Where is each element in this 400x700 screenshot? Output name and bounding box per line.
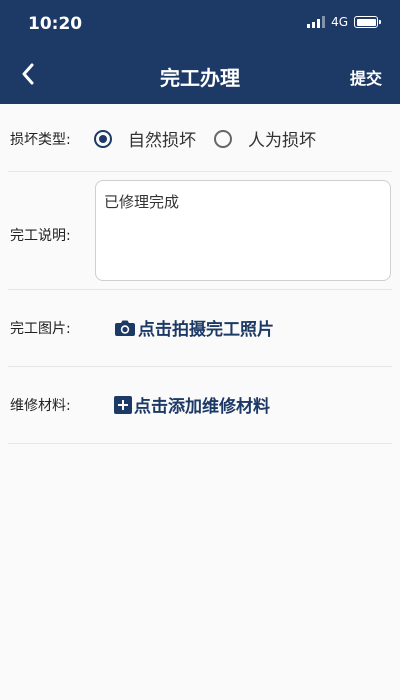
status-time: 10:20 xyxy=(28,14,83,34)
add-material-label: 点击添加维修材料 xyxy=(134,397,270,417)
status-bar: 10:20 4G xyxy=(0,0,400,40)
app-header: 10:20 4G 完工办理 提交 xyxy=(0,0,400,104)
battery-level xyxy=(356,18,376,26)
damage-type-radio-group: 自然损坏 人为损坏 xyxy=(94,126,334,151)
completion-form: 损坏类型: 自然损坏 人为损坏 完工说明: 已修理完成 完工图片: 点击拍摄完工… xyxy=(0,104,400,444)
material-row: 维修材料: 点击添加维修材料 xyxy=(8,367,392,444)
radio-label: 人为损坏 xyxy=(248,131,316,151)
damage-type-row: 损坏类型: 自然损坏 人为损坏 xyxy=(8,104,392,172)
camera-icon xyxy=(115,320,135,336)
description-textarea[interactable]: 已修理完成 xyxy=(95,180,391,281)
battery-icon xyxy=(354,16,381,28)
damage-type-label: 损坏类型: xyxy=(10,132,71,148)
radio-natural-damage[interactable]: 自然损坏 xyxy=(94,126,196,151)
radio-label: 自然损坏 xyxy=(128,131,196,151)
photo-label: 完工图片: xyxy=(10,321,71,337)
take-photo-label: 点击拍摄完工照片 xyxy=(138,320,274,340)
page-title: 完工办理 xyxy=(160,66,240,90)
submit-button[interactable]: 提交 xyxy=(350,65,382,89)
status-indicators: 4G xyxy=(307,15,381,29)
radio-human-damage[interactable]: 人为损坏 xyxy=(214,126,316,151)
description-label: 完工说明: xyxy=(10,228,71,244)
take-photo-button[interactable]: 点击拍摄完工照片 xyxy=(114,315,274,340)
nav-bar: 完工办理 提交 xyxy=(0,46,400,104)
photo-row: 完工图片: 点击拍摄完工照片 xyxy=(8,290,392,367)
signal-icon xyxy=(307,16,326,28)
material-label: 维修材料: xyxy=(10,398,71,414)
network-type: 4G xyxy=(331,15,348,29)
radio-button-icon[interactable] xyxy=(94,129,112,148)
add-material-button[interactable]: 点击添加维修材料 xyxy=(114,392,270,417)
radio-button-icon[interactable] xyxy=(214,129,232,148)
plus-square-icon xyxy=(114,395,132,414)
description-row: 完工说明: 已修理完成 xyxy=(8,172,392,290)
